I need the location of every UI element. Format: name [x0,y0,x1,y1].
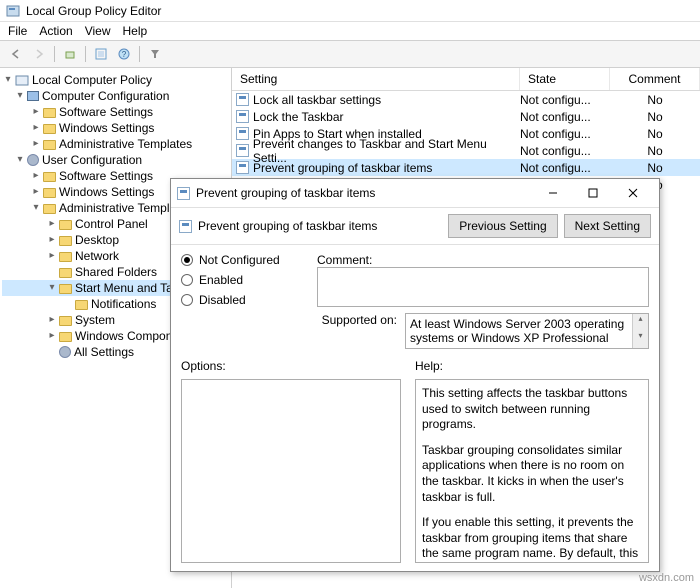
list-row[interactable]: Prevent grouping of taskbar itemsNot con… [232,159,700,176]
options-label: Options: [181,359,401,373]
folder-icon [43,108,56,118]
close-button[interactable] [613,181,653,205]
radio-icon [181,254,193,266]
supported-text: At least Windows Server 2003 operating s… [405,313,649,349]
radio-disabled[interactable]: Disabled [181,293,301,307]
policy-dialog: Prevent grouping of taskbar items Preven… [170,178,660,572]
list-header: Setting State Comment [232,68,700,91]
folder-icon [59,236,72,246]
policy-icon [179,220,192,233]
radio-enabled[interactable]: Enabled [181,273,301,287]
folder-icon [59,316,72,326]
policy-icon [236,93,249,106]
tree-cc-software[interactable]: ▸Software Settings [2,104,229,120]
window-title: Local Group Policy Editor [26,4,161,18]
help-panel[interactable]: This setting affects the taskbar buttons… [415,379,649,563]
policy-icon [236,161,249,174]
help-label: Help: [415,359,649,373]
maximize-button[interactable] [573,181,613,205]
toolbar: ? [0,40,700,68]
header-state[interactable]: State [520,68,610,90]
tree-root[interactable]: ▾Local Computer Policy [2,72,229,88]
menu-view[interactable]: View [85,24,111,38]
computer-icon [27,91,39,101]
policy-icon [236,144,249,157]
list-row[interactable]: Prevent changes to Taskbar and Start Men… [232,142,700,159]
filter-button[interactable] [145,44,165,64]
tree-user-config[interactable]: ▾User Configuration [2,152,229,168]
options-panel [181,379,401,563]
dialog-title: Prevent grouping of taskbar items [196,186,375,200]
folder-icon [43,188,56,198]
titlebar: Local Group Policy Editor [0,0,700,22]
radio-group: Not Configured Enabled Disabled [181,253,301,349]
back-button[interactable] [6,44,26,64]
comment-label: Comment: [317,253,649,267]
policy-icon [236,110,249,123]
folder-icon [43,124,56,134]
list-row[interactable]: Lock the TaskbarNot configu...No [232,108,700,125]
minimize-button[interactable] [533,181,573,205]
menu-action[interactable]: Action [39,24,72,38]
dialog-subtitle: Prevent grouping of taskbar items [198,219,377,233]
folder-icon [59,332,72,342]
menu-help[interactable]: Help [123,24,148,38]
supported-label: Supported on: [317,313,397,327]
up-button[interactable] [60,44,80,64]
tree-computer-config[interactable]: ▾Computer Configuration [2,88,229,104]
list-row[interactable]: Lock all taskbar settingsNot configu...N… [232,91,700,108]
comment-textarea[interactable] [317,267,649,307]
refresh-button[interactable] [91,44,111,64]
tree-cc-windows[interactable]: ▸Windows Settings [2,120,229,136]
folder-icon [43,172,56,182]
radio-not-configured[interactable]: Not Configured [181,253,301,267]
chevron-down-icon[interactable]: ▾ [632,331,648,348]
folder-icon [59,220,72,230]
radio-icon [181,274,193,286]
dialog-subheader: Prevent grouping of taskbar items Previo… [171,207,659,245]
radio-icon [181,294,193,306]
folder-icon [59,252,72,262]
tree-cc-admin[interactable]: ▸Administrative Templates [2,136,229,152]
svg-text:?: ? [122,50,127,59]
chevron-up-icon[interactable]: ▴ [632,314,648,331]
policy-icon [177,187,190,200]
settings-icon [59,346,71,358]
help-button[interactable]: ? [114,44,134,64]
forward-button[interactable] [29,44,49,64]
next-setting-button[interactable]: Next Setting [564,214,651,238]
watermark: wsxdn.com [639,572,694,584]
folder-icon [59,284,72,294]
header-setting[interactable]: Setting [232,68,520,90]
dialog-titlebar: Prevent grouping of taskbar items [171,179,659,207]
folder-icon [43,204,56,214]
folder-icon [75,300,88,310]
user-icon [27,154,39,166]
policy-icon [236,127,249,140]
menubar: File Action View Help [0,22,700,40]
folder-icon [43,140,56,150]
previous-setting-button[interactable]: Previous Setting [448,214,557,238]
menu-file[interactable]: File [8,24,27,38]
app-icon [6,4,20,18]
header-comment[interactable]: Comment [610,68,700,90]
folder-icon [59,268,72,278]
